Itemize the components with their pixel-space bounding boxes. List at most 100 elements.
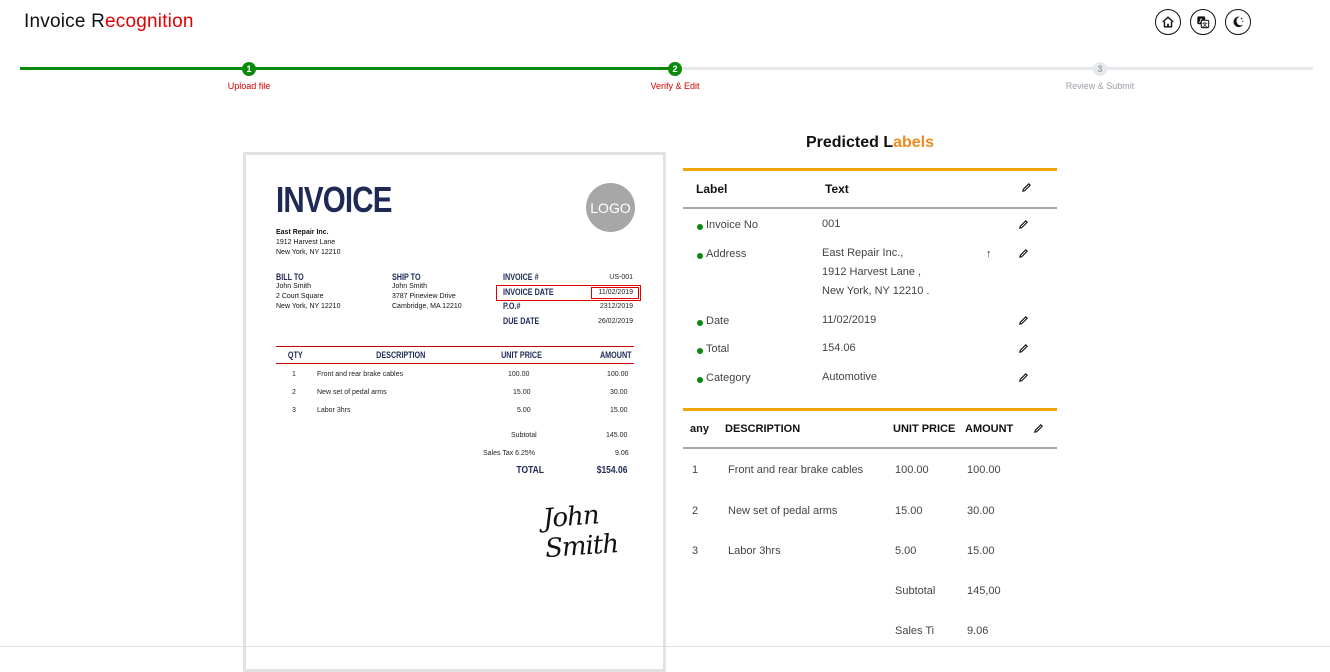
status-dot — [697, 253, 703, 259]
status-dot — [697, 377, 703, 383]
field-label: Address — [706, 248, 747, 260]
items-header: any DESCRIPTION UNIT PRICE AMOUNT — [683, 411, 1057, 449]
item-unit-price: 15.00 — [895, 505, 923, 517]
item-unit-price: 5.00 — [517, 407, 531, 414]
progress-stepper: 1 Upload file 2 Verify & Edit 3 Review &… — [20, 62, 1313, 102]
header-text: Text — [825, 182, 849, 196]
predicted-title-prefix: Predicted L — [805, 134, 894, 151]
field-value: 11/02/2019 — [822, 314, 877, 326]
step-verify-edit[interactable]: 2 Verify & Edit — [615, 62, 735, 91]
step-label: Review & Submit — [1065, 81, 1135, 91]
step-label: Upload file — [227, 81, 271, 91]
item-unit-price: 15.00 — [513, 389, 531, 396]
col-description: DESCRIPTION — [376, 350, 426, 360]
item-description: Labor 3hrs — [317, 407, 351, 414]
col-unit-price: UNIT PRICE — [893, 423, 956, 435]
stepper-track-complete — [20, 67, 675, 70]
stepper-track-pending — [675, 67, 1313, 70]
edit-icon[interactable] — [1018, 219, 1030, 231]
invoice-bill-to: BILL TO John Smith 2 Court Square New Yo… — [276, 272, 340, 312]
ship-to-line2: Cambridge, MA 12210 — [392, 303, 462, 310]
subtotal-label: Subtotal — [895, 585, 936, 597]
fields-header: Label Text — [683, 171, 1057, 209]
bill-to-line2: New York, NY 12210 — [276, 303, 341, 310]
item-description: Labor 3hrs — [728, 545, 781, 557]
item-unit-price: 100.00 — [508, 371, 530, 378]
field-label: Category — [706, 372, 751, 384]
home-icon[interactable] — [1155, 9, 1181, 35]
theme-toggle-icon[interactable] — [1225, 9, 1251, 35]
status-dot — [697, 224, 703, 230]
edit-icon[interactable] — [1018, 248, 1030, 260]
detected-value-highlight[interactable] — [591, 287, 639, 299]
item-amount: 15.00 — [610, 407, 628, 414]
total-label: TOTAL — [516, 465, 544, 476]
app-title-accent: ecognition — [105, 11, 194, 32]
predicted-title-accent: abels — [893, 134, 935, 151]
bill-to-line1: 2 Court Square — [276, 293, 324, 300]
col-amount: AMOUNT — [599, 350, 632, 360]
subtotal-value: 145,00 — [967, 585, 1001, 597]
item-qty: 1 — [292, 371, 296, 378]
edit-icon[interactable] — [1018, 372, 1030, 384]
bill-to-heading: BILL TO — [276, 272, 304, 282]
invoice-ship-to: SHIP TO John Smith 3787 Pineview Drive C… — [392, 272, 462, 312]
edit-all-icon[interactable] — [1021, 182, 1033, 194]
from-line2: New York, NY 12210 — [276, 249, 341, 256]
item-amount: 100.00 — [967, 464, 1001, 476]
col-unit-price: UNIT PRICE — [501, 350, 542, 360]
step-label: Verify & Edit — [650, 81, 700, 91]
edit-icon[interactable] — [1018, 315, 1030, 327]
item-unit-price: 5.00 — [895, 545, 917, 557]
field-value: East Repair Inc., 1912 Harvest Lane , Ne… — [822, 247, 930, 297]
header-actions: A文 — [1155, 9, 1251, 35]
item-description: New set of pedal arms — [728, 505, 838, 517]
step-number: 3 — [1093, 62, 1107, 76]
from-company: East Repair Inc. — [276, 229, 329, 236]
step-review-submit[interactable]: 3 Review & Submit — [1040, 62, 1160, 91]
ship-to-name: John Smith — [392, 283, 428, 290]
field-label: Date — [706, 315, 730, 327]
meta-value: 26/02/2019 — [597, 317, 633, 325]
ship-to-heading: SHIP TO — [392, 272, 421, 282]
item-description: Front and rear brake cables — [728, 464, 864, 476]
col-qty: any — [690, 423, 709, 435]
item-qty: 3 — [292, 407, 296, 414]
invoice-title: INVOICE — [276, 179, 392, 220]
predicted-fields-table: Label Text Invoice No 001 Address East R… — [683, 168, 1057, 384]
meta-label: P.O.# — [503, 301, 521, 311]
invoice-document: INVOICE LOGO East Repair Inc. 1912 Harve… — [246, 155, 663, 669]
tax-label: Sales Ti — [895, 625, 935, 637]
arrow-up-icon[interactable]: ↑ — [986, 248, 992, 260]
item-qty: 2 — [292, 389, 296, 396]
predicted-items-table: any DESCRIPTION UNIT PRICE AMOUNT 1 Fron… — [683, 408, 1057, 637]
app-title: Invoice Recognition — [24, 11, 194, 33]
status-dot — [697, 348, 703, 354]
item-description: New set of pedal arms — [317, 389, 387, 396]
invoice-preview[interactable]: INVOICE LOGO East Repair Inc. 1912 Harve… — [243, 152, 666, 672]
item-amount: 100.00 — [607, 371, 629, 378]
tax-label: Sales Tax 6.25% — [483, 450, 536, 457]
subtotal-label: Subtotal — [511, 432, 537, 439]
app-title-prefix: Invoice R — [24, 11, 106, 32]
col-qty: QTY — [287, 350, 303, 360]
step-upload-file[interactable]: 1 Upload file — [189, 62, 309, 91]
ship-to-line1: 3787 Pineview Drive — [392, 293, 456, 300]
item-unit-price: 100.00 — [895, 464, 929, 476]
status-dot — [697, 320, 703, 326]
from-line1: 1912 Harvest Lane — [276, 239, 336, 246]
edit-items-icon[interactable] — [1033, 423, 1045, 435]
signature: John Smith — [542, 500, 620, 565]
edit-icon[interactable] — [1018, 343, 1030, 355]
tax-value: 9.06 — [615, 450, 629, 457]
step-number: 2 — [668, 62, 682, 76]
item-qty: 1 — [692, 464, 699, 476]
header-label: Label — [696, 182, 728, 196]
invoice-logo: LOGO — [586, 183, 635, 232]
predicted-labels-title: Predicted Labels — [683, 134, 1057, 152]
field-value: Automotive — [822, 371, 878, 383]
translate-icon[interactable]: A文 — [1190, 9, 1216, 35]
svg-text:文: 文 — [1202, 20, 1208, 28]
item-amount: 15.00 — [967, 545, 995, 557]
tax-value: 9.06 — [967, 625, 989, 637]
